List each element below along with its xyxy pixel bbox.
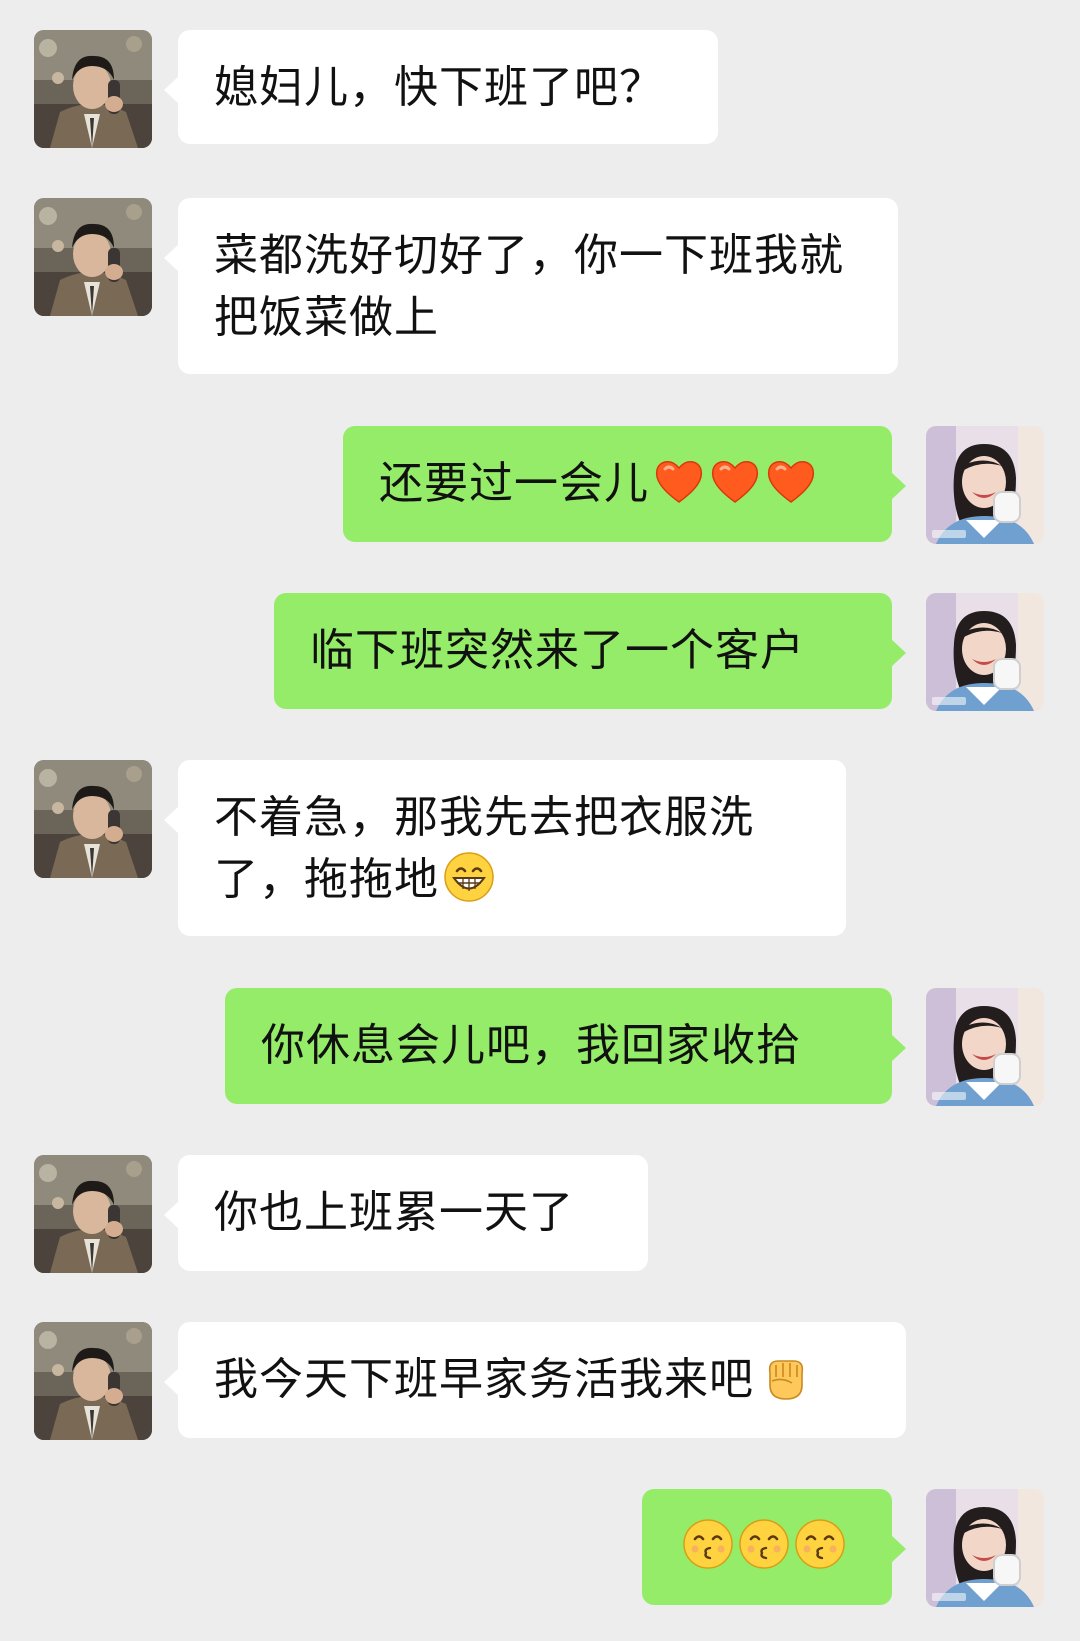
message-text: 临下班突然来了一个客户 — [310, 625, 805, 676]
contact-avatar[interactable] — [34, 30, 152, 148]
message-bubble-outgoing[interactable] — [642, 1489, 906, 1605]
heart-emoji-icon — [765, 457, 817, 505]
my-avatar[interactable] — [926, 593, 1044, 711]
message-bubble-incoming[interactable]: 菜都洗好切好了，你一下班我就把饭菜做上 — [164, 198, 898, 374]
fist-emoji-icon — [758, 1351, 810, 1403]
message-bubble-incoming[interactable]: 不着急，那我先去把衣服洗了，拖拖地 — [164, 760, 846, 936]
kiss-emoji-icon — [738, 1518, 790, 1570]
kiss-emoji-icon — [794, 1518, 846, 1570]
contact-avatar[interactable] — [34, 198, 152, 316]
message-text: 菜都洗好切好了，你一下班我就把饭菜做上 — [214, 230, 844, 343]
my-avatar[interactable] — [926, 1489, 1044, 1607]
message-text: 还要过一会儿 — [379, 458, 649, 509]
contact-avatar[interactable] — [34, 760, 152, 878]
message-bubble-outgoing[interactable]: 临下班突然来了一个客户 — [274, 593, 906, 709]
my-avatar[interactable] — [926, 988, 1044, 1106]
contact-avatar[interactable] — [34, 1155, 152, 1273]
contact-avatar[interactable] — [34, 1322, 152, 1440]
message-bubble-outgoing[interactable]: 你休息会儿吧，我回家收拾 — [225, 988, 906, 1104]
heart-emoji-icon — [653, 457, 705, 505]
heart-emoji-icon — [709, 457, 761, 505]
chat-conversation: 媳妇儿，快下班了吧？ 菜都洗好切好了，你一下班我就把饭菜做上 还要过一会儿 临下… — [0, 0, 1080, 1641]
message-text: 媳妇儿，快下班了吧？ — [214, 62, 664, 113]
message-bubble-incoming[interactable]: 媳妇儿，快下班了吧？ — [164, 30, 718, 144]
message-text: 你休息会儿吧，我回家收拾 — [261, 1020, 801, 1071]
message-bubble-incoming[interactable]: 你也上班累一天了 — [164, 1155, 648, 1271]
message-text: 我今天下班早家务活我来吧 — [214, 1354, 754, 1405]
message-bubble-outgoing[interactable]: 还要过一会儿 — [343, 426, 906, 542]
kiss-emoji-icon — [682, 1518, 734, 1570]
my-avatar[interactable] — [926, 426, 1044, 544]
message-text: 你也上班累一天了 — [214, 1187, 574, 1238]
message-bubble-incoming[interactable]: 我今天下班早家务活我来吧 — [164, 1322, 906, 1438]
grin-emoji-icon — [443, 851, 495, 903]
